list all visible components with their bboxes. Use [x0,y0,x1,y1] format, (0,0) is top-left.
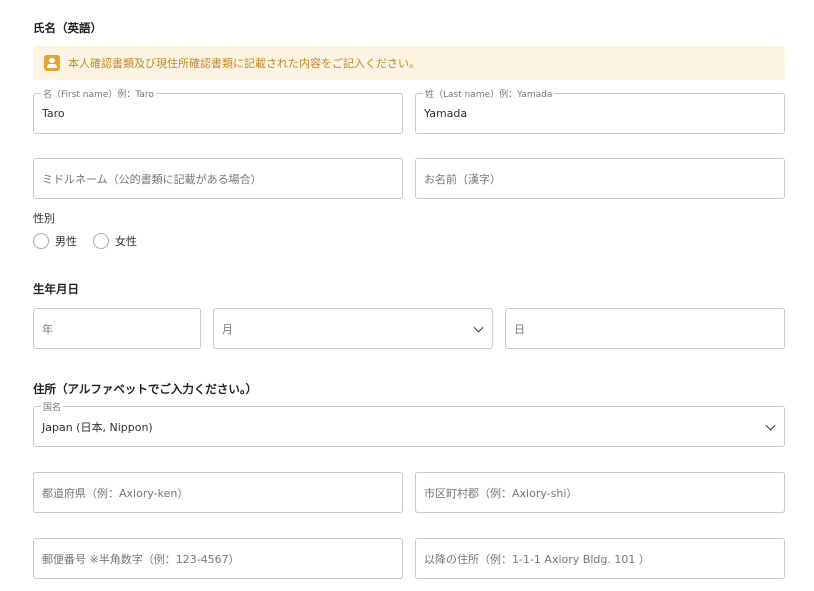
country-value[interactable]: Japan (日本, Nippon) [42,407,153,446]
birth-year-placeholder: 年 [42,322,53,336]
city-placeholder: 市区町村郡（例：Axiory-shi） [424,486,578,500]
chevron-down-icon[interactable] [473,322,484,333]
street-address-field[interactable]: 以降の住所（例：1-1-1 Axiory Bldg. 101 ） [415,538,785,579]
city-field[interactable]: 市区町村郡（例：Axiory-shi） [415,472,785,513]
prefecture-field[interactable]: 都道府県（例：Axiory-ken） [33,472,403,513]
middle-name-placeholder: ミドルネーム（公的書類に記載がある場合） [42,172,262,186]
birth-month-select[interactable]: 月 [213,308,493,349]
kanji-name-field[interactable]: お名前（漢字） [415,158,785,199]
street-address-placeholder: 以降の住所（例：1-1-1 Axiory Bldg. 101 ） [424,552,650,566]
gender-option-female[interactable]: 女性 [93,233,137,249]
birth-day-field[interactable]: 日 [505,308,785,349]
radio-female-label: 女性 [115,235,137,248]
birth-day-placeholder: 日 [514,322,525,336]
postal-code-field[interactable]: 郵便番号 ※半角数字（例：123-4567） [33,538,403,579]
notice-text: 本人確認書類及び現住所確認書類に記載された内容をご記入ください。 [68,57,420,70]
address-section-title: 住所（アルファベットでご入力ください。） [33,382,258,396]
notice-banner: 本人確認書類及び現住所確認書類に記載された内容をご記入ください。 [33,46,785,80]
last-name-field[interactable]: 姓（Last name）例：Yamada Yamada [415,87,785,134]
country-select[interactable]: 国名 Japan (日本, Nippon) [33,400,785,447]
birth-year-field[interactable]: 年 [33,308,201,349]
birth-section-title: 生年月日 [33,282,79,296]
name-section-title: 氏名（英語） [33,21,102,35]
chevron-down-icon[interactable] [765,420,776,431]
radio-female[interactable] [93,233,109,249]
postal-code-placeholder: 郵便番号 ※半角数字（例：123-4567） [42,552,240,566]
gender-radio-group: 男性 女性 [33,233,153,249]
middle-name-field[interactable]: ミドルネーム（公的書類に記載がある場合） [33,158,403,199]
birth-month-placeholder: 月 [222,322,233,336]
id-card-icon [44,55,60,71]
gender-option-male[interactable]: 男性 [33,233,77,249]
prefecture-placeholder: 都道府県（例：Axiory-ken） [42,486,189,500]
radio-male[interactable] [33,233,49,249]
radio-male-label: 男性 [55,235,77,248]
last-name-value[interactable]: Yamada [424,94,467,133]
first-name-field[interactable]: 名（First name）例：Taro Taro [33,87,403,134]
first-name-value[interactable]: Taro [42,94,65,133]
gender-label: 性別 [33,212,55,225]
kanji-name-placeholder: お名前（漢字） [424,172,501,186]
